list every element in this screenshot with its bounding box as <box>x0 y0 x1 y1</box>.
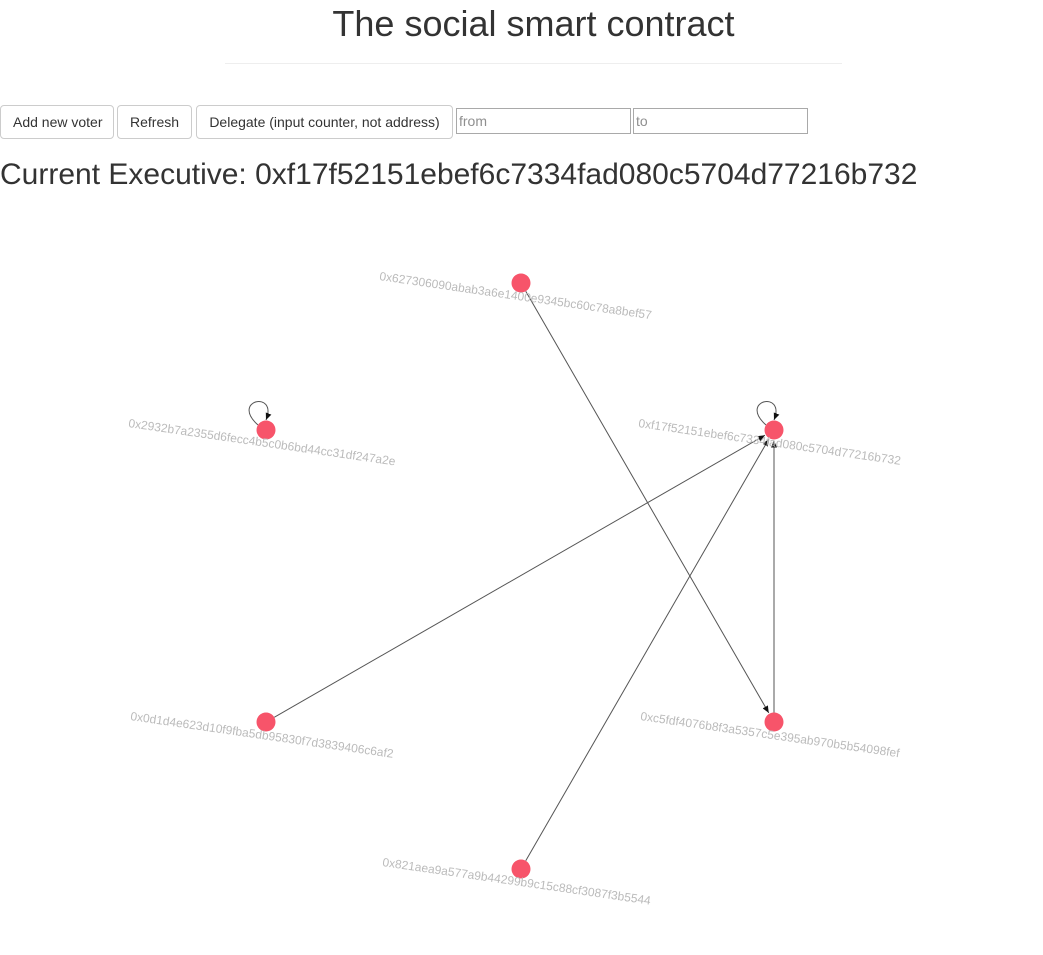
delegation-edge <box>273 434 766 718</box>
delegation-graph: 0x627306090abab3a6e1400e9345bc60c78a8bef… <box>128 269 903 908</box>
